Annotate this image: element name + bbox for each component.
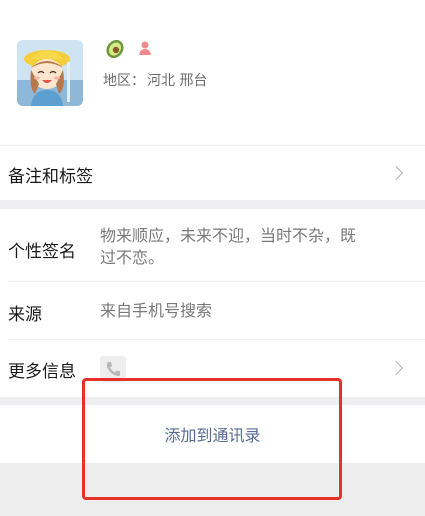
remark-tags-label: 备注和标签 xyxy=(8,167,93,187)
signature-line-1: 物来顺应，未来不迎，当时不杂，既 xyxy=(100,226,357,245)
source-row: 来源 来自手机号搜索 xyxy=(0,282,425,339)
remark-tags-row[interactable]: 备注和标签 xyxy=(0,146,425,200)
section-gap xyxy=(0,200,425,209)
avocado-icon xyxy=(103,37,127,63)
region-value: 河北 邢台 xyxy=(147,73,208,89)
source-label: 来源 xyxy=(8,305,42,325)
profile-header: 地区： 河北 邢台 xyxy=(0,0,425,145)
signature-row: 个性签名 物来顺应，未来不迎，当时不杂，既 过不恋。 xyxy=(0,209,425,281)
region-text: 地区： 河北 邢台 xyxy=(103,70,209,90)
more-info-label: 更多信息 xyxy=(8,362,76,382)
avatar[interactable] xyxy=(17,40,83,106)
region-label: 地区： xyxy=(103,73,145,89)
cartoon-girl-avatar-icon xyxy=(17,40,83,106)
signature-value: 物来顺应，未来不迎，当时不杂，既 过不恋。 xyxy=(100,225,400,269)
highlight-box xyxy=(82,378,342,500)
chevron-right-icon xyxy=(388,165,404,181)
signature-label: 个性签名 xyxy=(8,242,76,262)
female-user-icon xyxy=(137,40,153,60)
source-value: 来自手机号搜索 xyxy=(100,301,213,320)
chevron-right-icon xyxy=(388,360,404,376)
nickname-badges xyxy=(103,38,153,62)
signature-line-2: 过不恋。 xyxy=(100,248,165,267)
